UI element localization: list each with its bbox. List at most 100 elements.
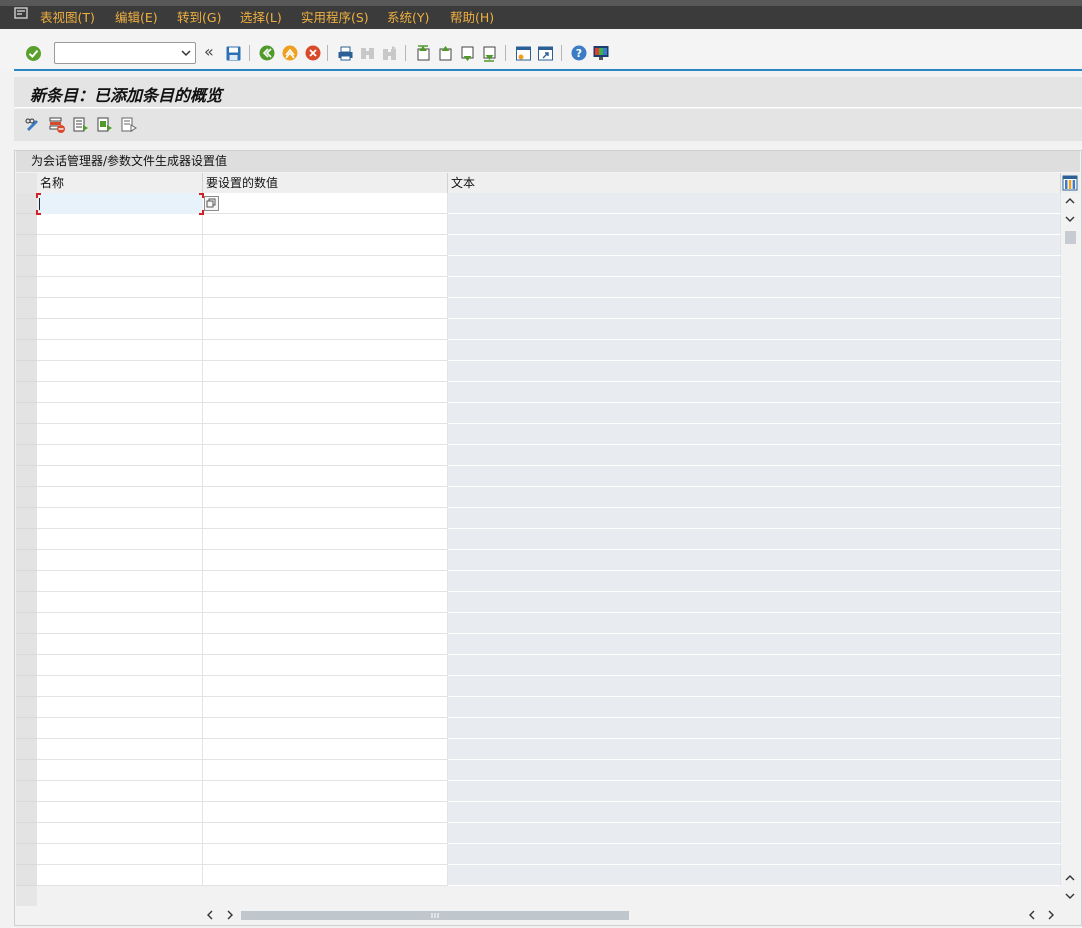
cell-name[interactable] [37, 193, 203, 214]
cell-value[interactable] [203, 550, 448, 571]
column-header-value[interactable]: 要设置的数值 [203, 173, 448, 193]
row-selector[interactable] [16, 739, 37, 760]
row-selector[interactable] [16, 256, 37, 277]
cell-name[interactable] [37, 529, 203, 550]
cell-name[interactable] [37, 298, 203, 319]
last-page-icon[interactable] [480, 44, 498, 62]
row-selector[interactable] [16, 802, 37, 823]
cell-name[interactable] [37, 214, 203, 235]
cell-value[interactable] [203, 487, 448, 508]
row-selector[interactable] [16, 676, 37, 697]
scroll-left-icon[interactable] [206, 910, 214, 922]
exit-icon[interactable] [281, 44, 299, 62]
cell-value[interactable] [203, 529, 448, 550]
row-selector[interactable] [16, 340, 37, 361]
cell-name[interactable] [37, 592, 203, 613]
column-header-text[interactable]: 文本 [448, 173, 1061, 193]
cell-value[interactable] [203, 193, 448, 214]
cell-name[interactable] [37, 424, 203, 445]
row-selector[interactable] [16, 445, 37, 466]
generate-shortcut-icon[interactable] [536, 44, 554, 62]
cell-name[interactable] [37, 235, 203, 256]
menu-item-help[interactable]: 帮助(H) [450, 9, 494, 26]
row-selector[interactable] [16, 592, 37, 613]
scroll-right-icon[interactable] [226, 910, 234, 922]
cell-value[interactable] [203, 256, 448, 277]
delete-row-icon[interactable] [48, 116, 66, 134]
cell-value[interactable] [203, 382, 448, 403]
row-selector[interactable] [16, 781, 37, 802]
cell-value[interactable] [203, 235, 448, 256]
cell-value[interactable] [203, 718, 448, 739]
row-selector[interactable] [16, 613, 37, 634]
cell-value[interactable] [203, 571, 448, 592]
row-selector[interactable] [16, 319, 37, 340]
cancel-icon[interactable] [304, 44, 322, 62]
cell-name[interactable] [37, 382, 203, 403]
scroll-up-icon[interactable] [1065, 196, 1075, 207]
cell-name[interactable] [37, 655, 203, 676]
cell-name[interactable] [37, 403, 203, 424]
scroll-page-down-icon[interactable] [1065, 891, 1075, 902]
select-block-icon[interactable] [96, 116, 114, 134]
find-icon[interactable] [358, 44, 376, 62]
row-selector[interactable] [16, 697, 37, 718]
row-selector[interactable] [16, 655, 37, 676]
chevron-down-icon[interactable] [180, 47, 192, 59]
cell-name[interactable] [37, 760, 203, 781]
cell-name[interactable] [37, 718, 203, 739]
row-selector[interactable] [16, 823, 37, 844]
cell-value[interactable] [203, 613, 448, 634]
menu-item-system[interactable]: 系统(Y) [387, 9, 429, 26]
row-selector[interactable] [16, 466, 37, 487]
horizontal-scroll-thumb[interactable] [241, 911, 629, 920]
double-chevron-left-icon[interactable]: « [204, 42, 214, 62]
row-selector[interactable] [16, 277, 37, 298]
row-selector[interactable] [16, 403, 37, 424]
cell-name[interactable] [37, 571, 203, 592]
find-next-icon[interactable] [380, 44, 398, 62]
column-header-name[interactable]: 名称 [37, 173, 203, 193]
scroll-left-end-icon[interactable] [1028, 910, 1036, 922]
row-selector[interactable] [16, 424, 37, 445]
row-selector[interactable] [16, 508, 37, 529]
cell-name[interactable] [37, 781, 203, 802]
menu-icon[interactable] [14, 7, 28, 19]
cell-name[interactable] [37, 634, 203, 655]
cell-name[interactable] [37, 487, 203, 508]
cell-name[interactable] [37, 676, 203, 697]
print-icon[interactable] [336, 44, 354, 62]
cell-name[interactable] [37, 277, 203, 298]
cell-value[interactable] [203, 340, 448, 361]
cell-value[interactable] [203, 466, 448, 487]
cell-name[interactable] [37, 823, 203, 844]
previous-page-icon[interactable] [436, 44, 454, 62]
menu-item-goto[interactable]: 转到(G) [177, 9, 221, 26]
command-field[interactable] [54, 42, 196, 64]
cell-name[interactable] [37, 844, 203, 865]
cell-value[interactable] [203, 445, 448, 466]
row-selector[interactable] [16, 193, 37, 214]
row-selector[interactable] [16, 529, 37, 550]
cell-value[interactable] [203, 697, 448, 718]
vertical-scroll-thumb[interactable] [1065, 231, 1076, 244]
cell-value[interactable] [203, 298, 448, 319]
cell-name[interactable] [37, 445, 203, 466]
command-input[interactable] [57, 44, 175, 62]
row-selector[interactable] [16, 382, 37, 403]
cell-name[interactable] [37, 550, 203, 571]
help-icon[interactable]: ? [570, 44, 588, 62]
enter-check-icon[interactable] [24, 44, 42, 62]
value-help-button[interactable] [204, 196, 219, 211]
row-selector[interactable] [16, 718, 37, 739]
create-session-icon[interactable] [514, 44, 532, 62]
cell-value[interactable] [203, 676, 448, 697]
cell-name[interactable] [37, 256, 203, 277]
cell-value[interactable] [203, 844, 448, 865]
cell-value[interactable] [203, 361, 448, 382]
cell-name[interactable] [37, 865, 203, 886]
deselect-all-icon[interactable] [120, 116, 138, 134]
cell-value[interactable] [203, 214, 448, 235]
save-icon[interactable] [224, 44, 242, 62]
back-icon[interactable] [258, 44, 276, 62]
